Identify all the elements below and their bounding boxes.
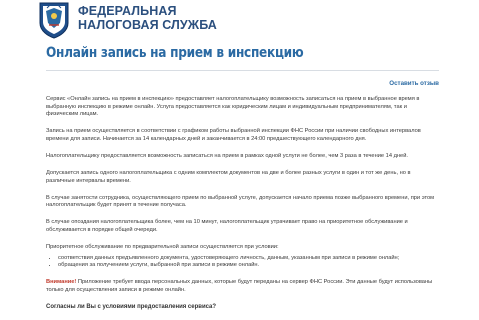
consent-question: Согласны ли Вы с условиями предоставлени… (46, 303, 217, 310)
warning-text: Приложение требует ввода персональных да… (46, 278, 433, 293)
schedule-paragraph: Запись на прием осуществляется в соответ… (46, 128, 421, 142)
title-divider (46, 70, 439, 71)
leave-feedback-link[interactable]: Оставить отзыв (389, 80, 439, 87)
service-description: Сервис «Онлайн запись на прием в инспекц… (46, 96, 438, 311)
warning-label: Внимание! (46, 278, 77, 285)
site-logo-text[interactable]: ФЕДЕРАЛЬНАЯ НАЛОГОВАЯ СЛУЖБА (78, 4, 217, 32)
fns-emblem-icon[interactable] (38, 1, 70, 39)
limit-paragraph: Налогоплательщику предоставляется возмож… (46, 152, 408, 159)
late-arrival-paragraph: В случае опоздания налогоплательщика бол… (46, 219, 408, 234)
page-title: Онлайн запись на прием в инспекцию (46, 45, 304, 61)
intro-paragraph: Сервис «Онлайн запись на прием в инспекц… (46, 96, 420, 118)
logo-line-2: НАЛОГОВАЯ СЛУЖБА (78, 18, 217, 32)
multiple-services-paragraph: Допускается запись одного налогоплательщ… (46, 170, 411, 184)
site-header: ФЕДЕРАЛЬНАЯ НАЛОГОВАЯ СЛУЖБА (0, 0, 479, 46)
priority-conditions-list: соответствия данных предъявленного докум… (46, 255, 438, 270)
list-item: обращения за получением услуги, выбранно… (58, 262, 438, 270)
logo-line-1: ФЕДЕРАЛЬНАЯ (78, 4, 177, 18)
delay-paragraph: В случае занятости сотрудника, осуществл… (46, 194, 435, 209)
warning-paragraph: Внимание! Приложение требует ввода персо… (46, 279, 438, 294)
priority-conditions-paragraph: Приоритетное обслуживание по предварител… (46, 244, 279, 251)
